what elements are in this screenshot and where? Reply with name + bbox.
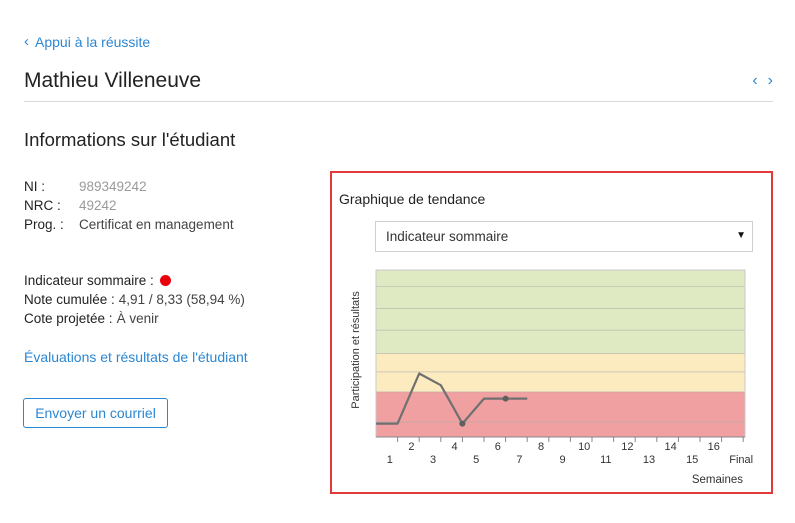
grade-row: Note cumulée :4,91 / 8,33 (58,94 %) xyxy=(24,290,245,309)
projected-row: Cote projetée :À venir xyxy=(24,309,245,328)
chart-x-tick-label-13: 14 xyxy=(664,441,676,453)
status-dot-icon xyxy=(159,275,171,286)
chart-x-tick-label-6: 7 xyxy=(516,454,522,466)
trend-chart: 12345678910111213141516FinalSemaines xyxy=(375,269,753,486)
chart-x-tick-label-7: 8 xyxy=(538,441,544,453)
chart-x-tick-label-12: 13 xyxy=(643,454,655,466)
send-email-button[interactable]: Envoyer un courriel xyxy=(23,398,168,428)
student-name: Mathieu Villeneuve xyxy=(24,69,202,92)
evaluations-link[interactable]: Évaluations et résultats de l'étudiant xyxy=(24,349,248,365)
chart-x-tick-label-16: Final xyxy=(729,454,753,466)
chart-x-tick-label-15: 16 xyxy=(708,441,720,453)
chart-x-tick-label-2: 3 xyxy=(430,454,436,466)
prog-row: Prog. : Certificat en management xyxy=(24,215,234,234)
grade-value: 4,91 / 8,33 (58,94 %) xyxy=(118,292,245,307)
projected-label: Cote projetée : xyxy=(24,311,113,326)
chart-point-1 xyxy=(502,395,509,402)
indicator-row: Indicateur sommaire : xyxy=(24,271,245,290)
chart-x-tick-label-14: 15 xyxy=(686,454,698,466)
chart-x-tick-label-3: 4 xyxy=(452,441,458,453)
ni-value: 989349242 xyxy=(79,179,147,194)
student-nav: ‹ › xyxy=(752,72,773,90)
prog-label: Prog. : xyxy=(24,217,64,232)
indicator-select-value: Indicateur sommaire xyxy=(386,229,509,244)
previous-student-icon[interactable]: ‹ xyxy=(752,72,757,90)
chart-x-label: Semaines xyxy=(692,474,743,486)
ni-label: NI : xyxy=(24,179,46,194)
grade-label: Note cumulée : xyxy=(24,292,115,307)
chart-x-tick-label-1: 2 xyxy=(408,441,414,453)
next-student-icon[interactable]: › xyxy=(768,72,773,90)
chart-x-tick-label-11: 12 xyxy=(621,441,633,453)
trend-title: Graphique de tendance xyxy=(339,191,486,207)
chart-x-tick-label-8: 9 xyxy=(560,454,566,466)
section-title: Informations sur l'étudiant xyxy=(24,129,236,150)
nrc-value: 49242 xyxy=(79,198,117,213)
chart-x-tick-label-10: 11 xyxy=(600,454,611,466)
indicator-label: Indicateur sommaire : xyxy=(24,273,154,288)
chart-x-tick-label-9: 10 xyxy=(578,441,590,453)
chart-band-0 xyxy=(376,391,745,437)
prog-value: Certificat en management xyxy=(79,217,234,232)
chart-band-2 xyxy=(376,270,745,354)
projected-value: À venir xyxy=(116,311,159,326)
chart-x-tick-label-4: 5 xyxy=(473,454,479,466)
summary-block: Indicateur sommaire : Note cumulée :4,91… xyxy=(24,271,245,328)
chart-band-1 xyxy=(376,353,745,392)
back-link-label: Appui à la réussite xyxy=(35,33,151,50)
chart-point-0 xyxy=(459,420,466,427)
student-info: NI : 989349242 NRC : 49242 Prog. : Certi… xyxy=(24,177,234,234)
chart-x-tick-label-5: 6 xyxy=(495,441,501,453)
dropdown-caret-icon: ▼ xyxy=(736,230,746,241)
back-link[interactable]: ‹ Appui à la réussite xyxy=(24,33,150,50)
chevron-left-icon: ‹ xyxy=(24,33,29,50)
nrc-row: NRC : 49242 xyxy=(24,196,234,215)
header-divider xyxy=(24,101,773,102)
indicator-select[interactable]: Indicateur sommaire ▼ xyxy=(375,221,753,252)
chart-x-tick-label-0: 1 xyxy=(387,454,393,466)
nrc-label: NRC : xyxy=(24,198,61,213)
ni-row: NI : 989349242 xyxy=(24,177,234,196)
